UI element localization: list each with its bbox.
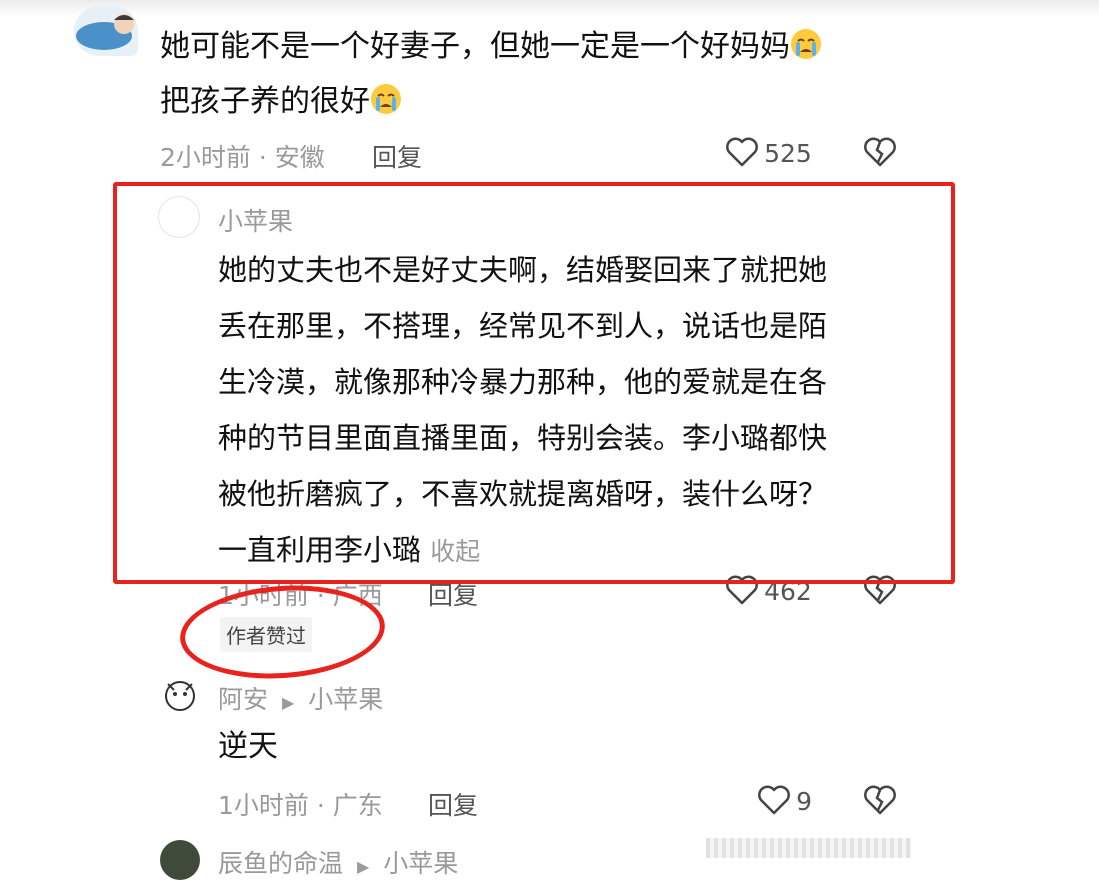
comment-text-line-2: 把孩子养的很好 bbox=[160, 83, 402, 117]
heart-icon bbox=[725, 136, 759, 172]
broken-heart-icon bbox=[863, 136, 897, 172]
reply-button[interactable]: 回复 bbox=[372, 138, 422, 174]
reply-author-name[interactable]: 阿安 bbox=[218, 685, 268, 714]
like-button[interactable]: 9 bbox=[757, 784, 812, 822]
reply-arrow-icon: ▶ bbox=[281, 693, 295, 712]
dislike-button[interactable] bbox=[863, 784, 897, 820]
reply-author-name[interactable]: 辰鱼的命温 bbox=[218, 849, 343, 878]
crying-face-icon bbox=[790, 28, 822, 60]
reply-avatar[interactable] bbox=[160, 840, 200, 880]
reply-to-name[interactable]: 小苹果 bbox=[383, 849, 458, 878]
comment-meta: 2小时前 · 安徽 bbox=[160, 143, 325, 172]
top-shade bbox=[0, 0, 1099, 16]
comment-text-line-1: 她可能不是一个好妻子，但她一定是一个好妈妈 bbox=[160, 28, 822, 62]
like-count: 9 bbox=[796, 787, 812, 816]
blurred-region bbox=[706, 838, 911, 858]
like-button[interactable]: 525 bbox=[725, 136, 812, 174]
reply-meta: 1小时前 · 广东 bbox=[218, 791, 383, 820]
highlight-box bbox=[113, 182, 955, 584]
reply-button[interactable]: 回复 bbox=[428, 786, 478, 822]
dislike-button[interactable] bbox=[863, 136, 897, 172]
cartoon-dog-icon bbox=[165, 681, 195, 711]
reply-arrow-icon: ▶ bbox=[356, 857, 370, 876]
like-count: 525 bbox=[764, 139, 812, 168]
user-avatar[interactable] bbox=[74, 6, 138, 56]
reply-avatar[interactable] bbox=[160, 674, 200, 714]
heart-icon bbox=[757, 784, 791, 820]
reply-text: 逆天 bbox=[218, 729, 278, 764]
reply-author-line: 辰鱼的命温 ▶ 小苹果 bbox=[218, 844, 458, 880]
reply-to-name[interactable]: 小苹果 bbox=[308, 685, 383, 714]
reply-author-line: 阿安 ▶ 小苹果 bbox=[218, 680, 383, 716]
crying-face-icon bbox=[370, 83, 402, 115]
baby-avatar-icon bbox=[76, 14, 134, 50]
broken-heart-icon bbox=[863, 784, 897, 820]
